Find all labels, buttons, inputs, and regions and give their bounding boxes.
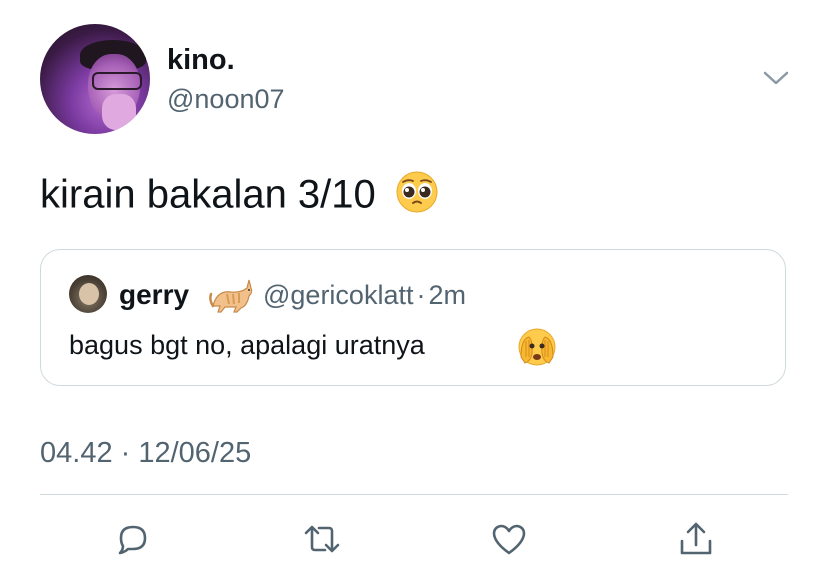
author-handle[interactable]: @noon07 [167,84,285,115]
pleading-face-icon [395,170,439,224]
retweet-icon[interactable] [302,519,342,559]
quoted-author-handle: @gericoklatt [263,280,414,310]
tweet-text: kirain bakalan 3/10 [40,170,439,224]
tweet-timestamp[interactable]: 04.42 · 12/06/25 [40,437,251,470]
quoted-tweet-text: bagus bgt no, apalagi uratnya [69,330,425,360]
cat-icon [207,276,255,321]
quoted-meta: @gericoklatt · 2m [263,280,466,311]
author-avatar[interactable] [40,24,150,134]
tweet-card: kino. @noon07 kirain bakalan 3/10 gerry … [0,0,828,584]
quoted-separator: · [416,280,426,310]
divider [40,494,788,495]
author-display-name[interactable]: kino. [167,44,235,77]
like-icon[interactable] [489,519,529,559]
share-icon[interactable] [676,519,716,559]
quoted-author-avatar [69,275,107,313]
avatar-hand [102,94,136,130]
avatar-glasses [92,72,142,90]
reply-icon[interactable] [113,519,153,559]
quoted-tweet[interactable]: gerry @gericoklatt · 2m bagus bgt no, apal… [40,249,786,386]
chevron-down-icon[interactable] [762,68,790,88]
tweet-text-content: kirain bakalan 3/10 [40,172,376,217]
quoted-time: 2m [428,280,466,310]
face-with-peeking-eye-icon [517,327,557,372]
quoted-avatar-face [79,283,99,305]
quoted-author-display-name: gerry [119,279,190,310]
